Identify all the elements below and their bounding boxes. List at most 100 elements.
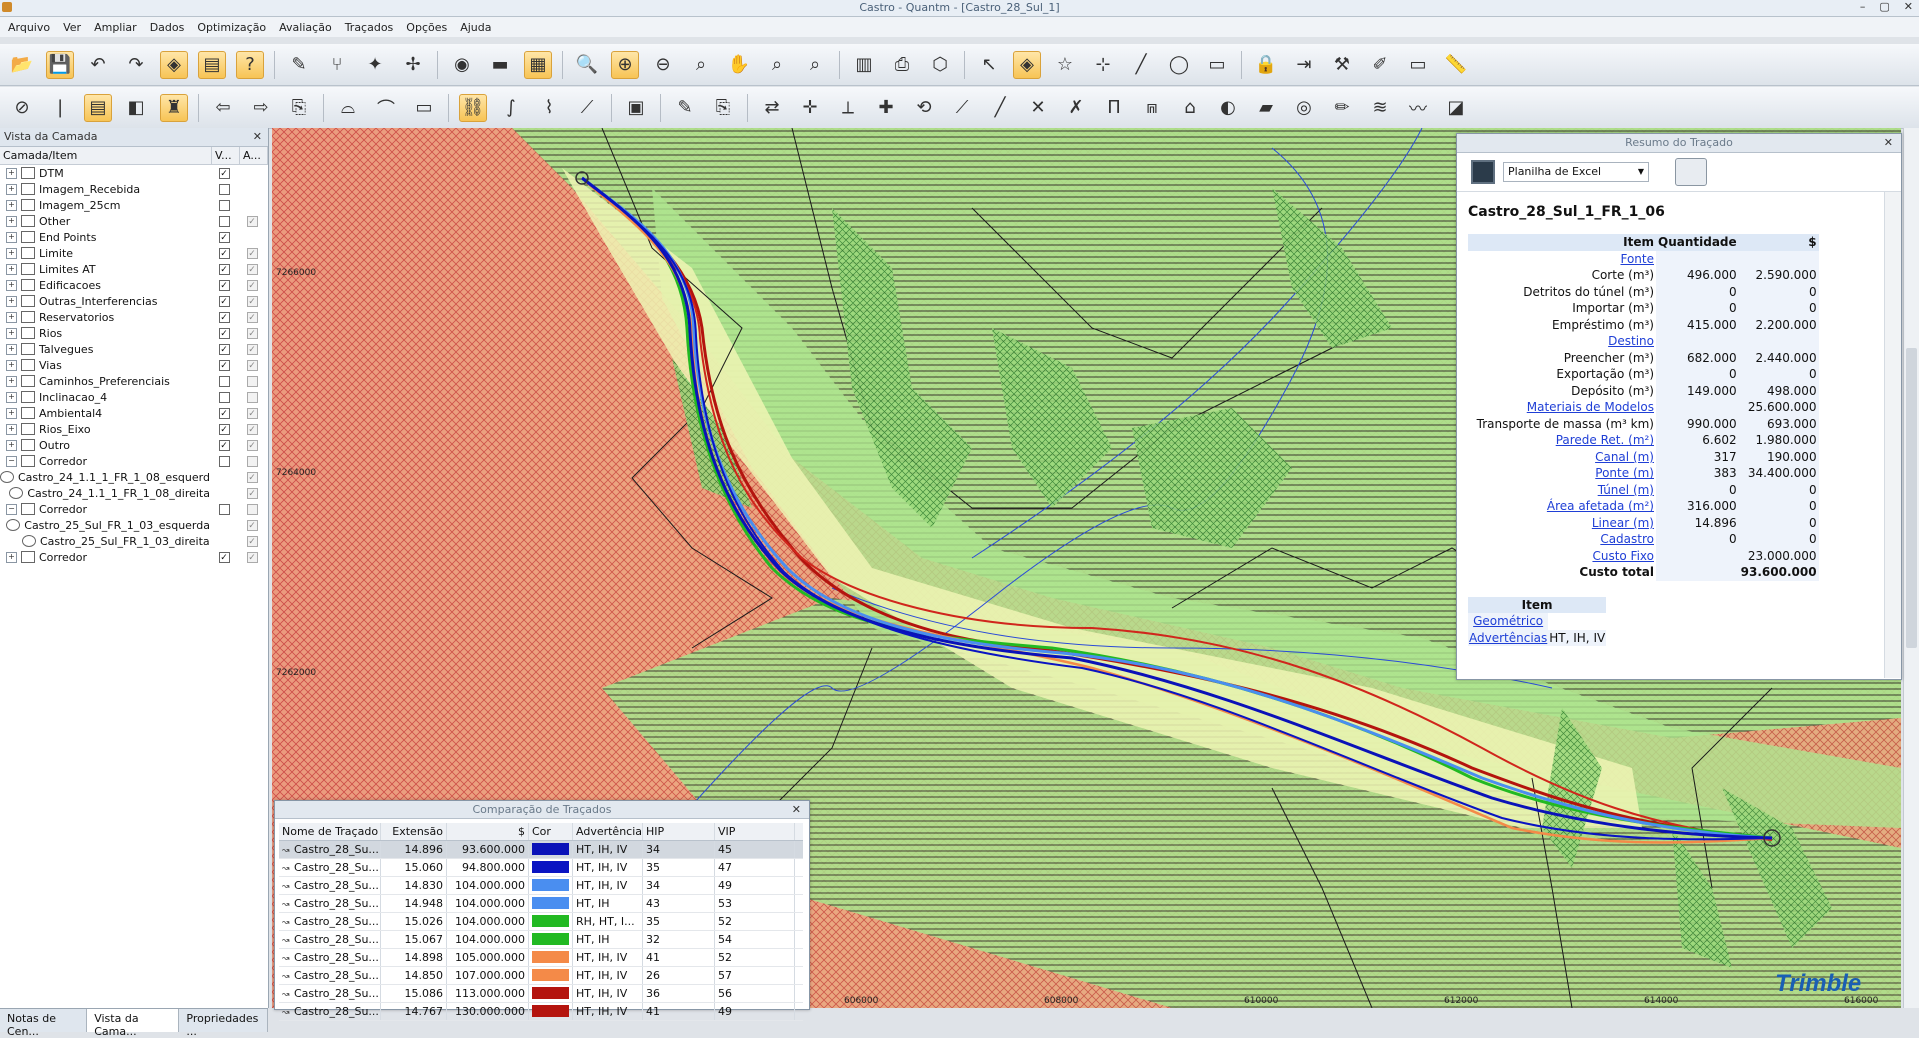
expand-icon[interactable]: + xyxy=(6,343,17,355)
summary-link[interactable]: Linear (m) xyxy=(1468,515,1656,532)
active-checkbox[interactable]: ✓ xyxy=(246,263,258,275)
branch-icon[interactable]: ⑂ xyxy=(323,51,351,79)
expand-icon[interactable]: + xyxy=(6,423,17,435)
summary-link[interactable]: Custo Fixo xyxy=(1468,548,1656,565)
menu-opcoes[interactable]: Opções xyxy=(406,21,447,34)
comparison-row[interactable]: ↝ Castro_28_Su... 15.086 113.000.000 HT, IH,… xyxy=(279,985,803,1003)
active-checkbox[interactable]: ✓ xyxy=(246,439,258,451)
expand-icon[interactable]: + xyxy=(6,327,17,339)
active-checkbox[interactable]: ✓ xyxy=(246,535,258,547)
menu-tracados[interactable]: Traçados xyxy=(345,21,394,34)
summary-link[interactable]: Destino xyxy=(1468,333,1656,350)
section-icon[interactable]: ⌒ xyxy=(372,94,400,122)
expand-icon[interactable]: + xyxy=(6,391,17,403)
section-flat-icon[interactable]: ▭ xyxy=(410,94,438,122)
report-icon[interactable]: ▥ xyxy=(850,51,878,79)
pencil-line-icon[interactable]: ✏ xyxy=(1328,94,1356,122)
comparison-row[interactable]: ↝ Castro_28_Su... 15.026 104.000.000 RH, HT,… xyxy=(279,913,803,931)
summary-link[interactable]: Parede Ret. (m²) xyxy=(1468,432,1656,449)
wall-icon[interactable]: ▰ xyxy=(1252,94,1280,122)
col-cost[interactable]: $ xyxy=(447,823,529,840)
import-icon[interactable]: ⇥ xyxy=(1290,51,1318,79)
item-geometric-link[interactable]: Geométrico xyxy=(1468,613,1549,630)
stack-icon[interactable]: ◧ xyxy=(122,94,150,122)
minimize-button[interactable]: – xyxy=(1860,0,1866,13)
layer-row[interactable]: + End Points ✓ xyxy=(0,229,268,245)
close-icon[interactable]: ✕ xyxy=(253,128,262,146)
profile-icon[interactable]: ⌓ xyxy=(334,94,362,122)
layer-row[interactable]: + Rios_Eixo ✓ ✓ xyxy=(0,421,268,437)
active-checkbox[interactable] xyxy=(246,455,258,467)
visible-checkbox[interactable]: ✓ xyxy=(218,247,230,259)
zoom-in-icon[interactable]: ⊕ xyxy=(611,50,639,79)
active-checkbox[interactable]: ✓ xyxy=(246,279,258,291)
slope-icon[interactable]: ⟋ xyxy=(948,94,976,122)
tab-notes[interactable]: Notas de Cen... xyxy=(0,1009,88,1038)
point-icon[interactable]: ⊹ xyxy=(1089,51,1117,79)
frame-icon[interactable]: ▭ xyxy=(1404,51,1432,79)
culvert-icon[interactable]: ◐ xyxy=(1214,94,1242,122)
forward-arrow-icon[interactable]: ⇨ xyxy=(247,94,275,122)
summary-link[interactable]: Cadastro xyxy=(1468,531,1656,548)
maximize-button[interactable]: ▢ xyxy=(1879,0,1889,13)
polyline-icon[interactable]: ⟋ xyxy=(573,94,601,122)
layer-row[interactable]: + Talvegues ✓ ✓ xyxy=(0,341,268,357)
redo-icon[interactable]: ↷ xyxy=(122,51,150,79)
print-icon[interactable]: ⎙ xyxy=(888,51,916,79)
active-checkbox[interactable]: ✓ xyxy=(246,487,258,499)
visible-checkbox[interactable] xyxy=(218,199,230,211)
visible-checkbox[interactable] xyxy=(218,183,230,195)
layer-row[interactable]: Castro_24_1.1_1_FR_1_08_esquerda ✓ xyxy=(0,469,268,485)
bookmark-icon[interactable]: ❘ xyxy=(46,94,74,122)
properties-icon[interactable]: ▤ xyxy=(198,50,226,79)
select-layer-icon[interactable]: ◈ xyxy=(1013,50,1041,79)
segment-icon[interactable]: ╱ xyxy=(986,94,1014,122)
column-visible[interactable]: V... xyxy=(212,147,240,164)
zoom-previous-icon[interactable]: ⌕ xyxy=(763,51,791,79)
back-arrow-icon[interactable]: ⇦ xyxy=(209,94,237,122)
col-color[interactable]: Cor xyxy=(529,823,573,840)
item-warnings-link[interactable]: Advertências xyxy=(1468,629,1549,646)
active-checkbox[interactable] xyxy=(246,391,258,403)
save-icon[interactable]: 💾 xyxy=(46,50,74,79)
comparison-row[interactable]: ↝ Castro_28_Su... 14.948 104.000.000 HT, IH 4… xyxy=(279,895,803,913)
reverse-icon[interactable]: ⟲ xyxy=(910,94,938,122)
line-icon[interactable]: ╱ xyxy=(1127,51,1155,79)
active-checkbox[interactable]: ✓ xyxy=(246,519,258,531)
tab-properties[interactable]: Propriedades ... xyxy=(179,1009,268,1038)
visible-checkbox[interactable] xyxy=(218,503,230,515)
zoom-next-icon[interactable]: ⌕ xyxy=(801,51,829,79)
save-icon[interactable] xyxy=(1471,160,1495,184)
swap-icon[interactable]: ⇄ xyxy=(758,94,786,122)
summary-link[interactable]: Área afetada (m²) xyxy=(1468,498,1656,515)
layer-row[interactable]: + Imagem_25cm xyxy=(0,197,268,213)
summary-link[interactable]: Ponte (m) xyxy=(1468,465,1656,482)
layer-row[interactable]: + Other ✓ xyxy=(0,213,268,229)
expand-icon[interactable]: + xyxy=(6,279,17,291)
collapse-icon[interactable]: − xyxy=(6,455,17,467)
layer-row[interactable]: + Ambiental4 ✓ ✓ xyxy=(0,405,268,421)
box-icon[interactable]: ▣ xyxy=(622,94,650,122)
active-checkbox[interactable]: ✓ xyxy=(246,311,258,323)
col-length[interactable]: Extensão xyxy=(381,823,447,840)
active-checkbox[interactable]: ✓ xyxy=(246,295,258,307)
doc-arrow-icon[interactable]: ⎘ xyxy=(285,94,313,122)
bridge-icon[interactable]: Π xyxy=(1100,94,1128,122)
layer-row[interactable]: + Edificacoes ✓ ✓ xyxy=(0,277,268,293)
expand-icon[interactable]: + xyxy=(6,375,17,387)
layer-row[interactable]: − Corredor xyxy=(0,453,268,469)
layer-row[interactable]: + Outro ✓ ✓ xyxy=(0,437,268,453)
expand-icon[interactable]: + xyxy=(6,183,17,195)
expand-icon[interactable]: + xyxy=(6,247,17,259)
summary-link[interactable]: Canal (m) xyxy=(1468,449,1656,466)
menu-arquivo[interactable]: Arquivo xyxy=(8,21,50,34)
select-arrow-icon[interactable]: ↖ xyxy=(975,51,1003,79)
expand-icon[interactable]: + xyxy=(6,199,17,211)
visible-checkbox[interactable]: ✓ xyxy=(218,295,230,307)
link-icon[interactable]: ⛓ xyxy=(459,93,487,122)
visible-checkbox[interactable]: ✓ xyxy=(218,263,230,275)
menu-dados[interactable]: Dados xyxy=(150,21,185,34)
view-icon[interactable]: ◉ xyxy=(448,51,476,79)
active-checkbox[interactable]: ✓ xyxy=(246,471,258,483)
close-button[interactable]: ✕ xyxy=(1904,0,1913,13)
